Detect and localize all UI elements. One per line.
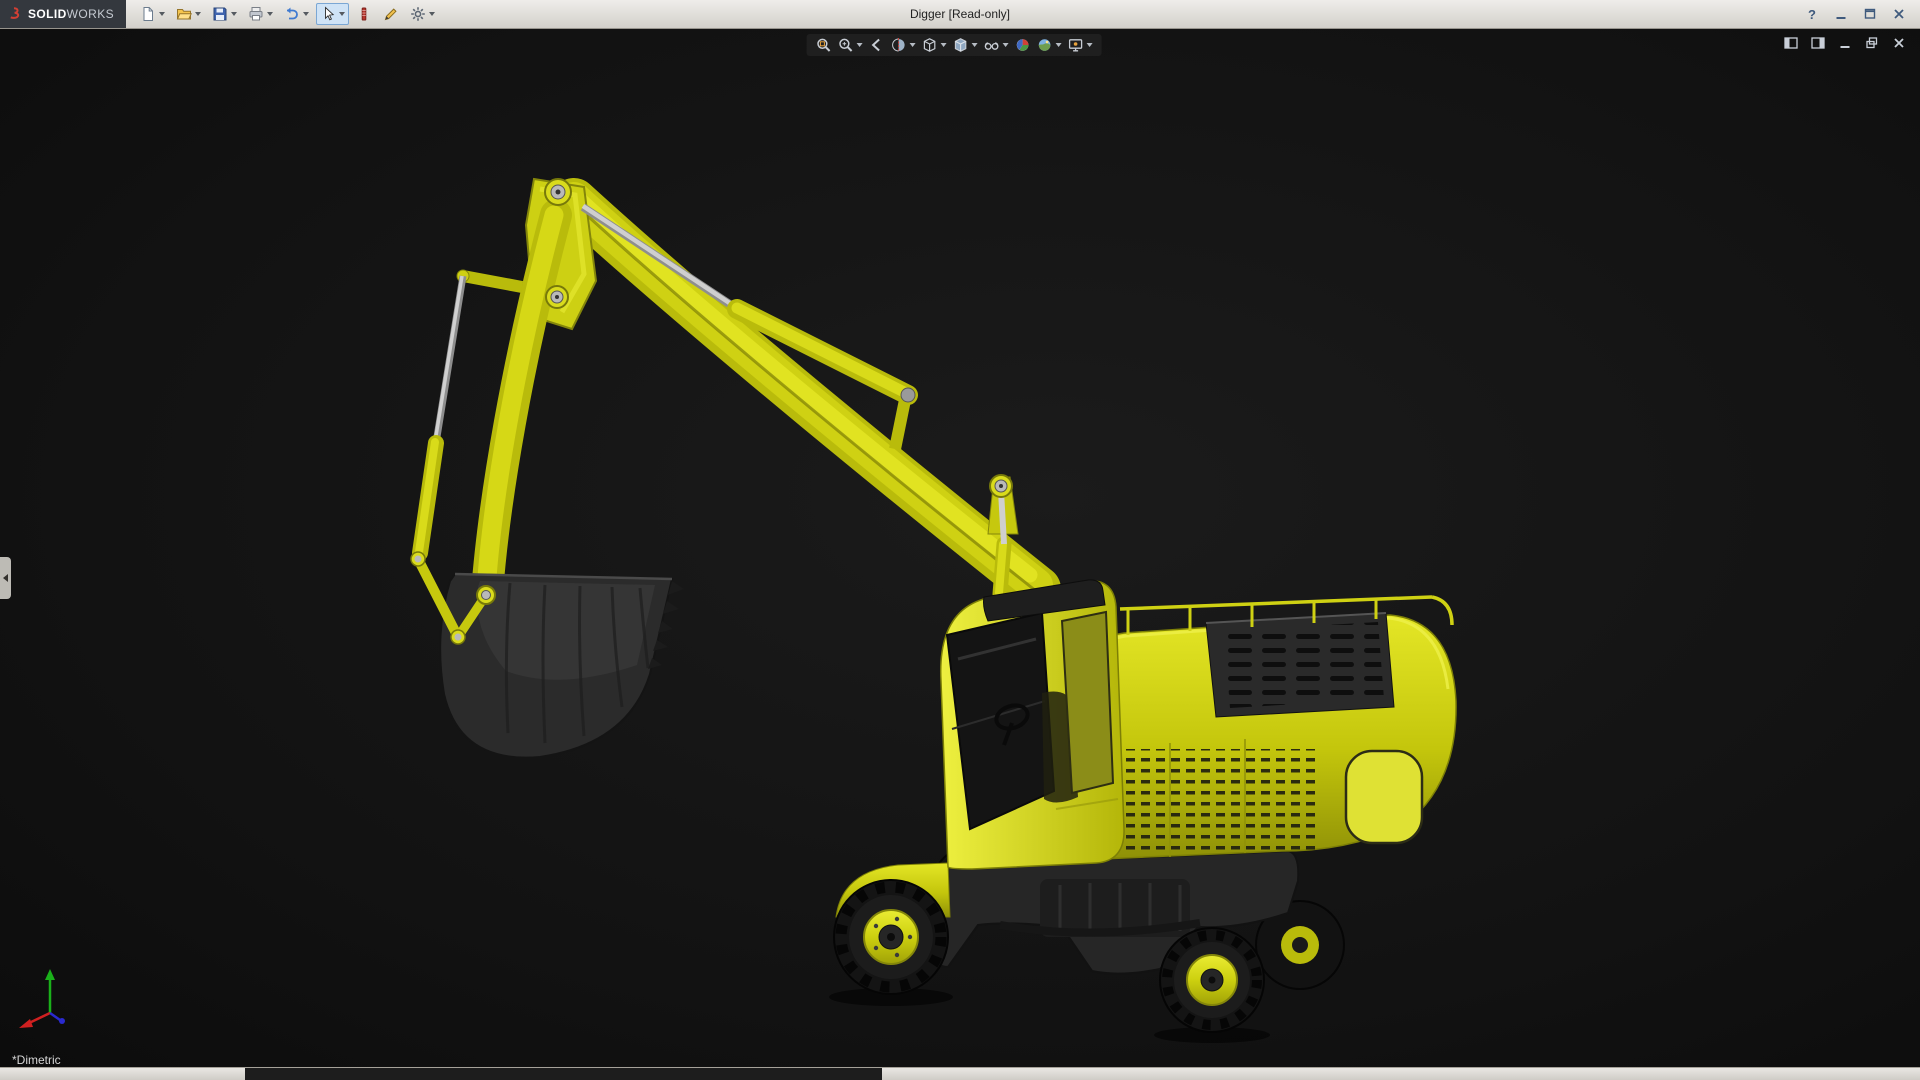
- dropdown-arrow-icon[interactable]: [429, 12, 435, 16]
- record-macro-button[interactable]: [352, 3, 376, 25]
- dropdown-arrow-icon[interactable]: [303, 12, 309, 16]
- display-style-icon: [953, 37, 969, 53]
- view-orientation-button[interactable]: [921, 36, 948, 54]
- side-window: [1062, 612, 1113, 793]
- main-toolbar: [136, 3, 439, 25]
- dropdown-arrow-icon[interactable]: [159, 12, 165, 16]
- viewport-3d[interactable]: *Dimetric: [0, 29, 1920, 1067]
- solidworks-logo: SOLIDWORKS: [0, 0, 126, 28]
- doc-minimize-button[interactable]: [1836, 35, 1854, 51]
- minimize-button[interactable]: [1830, 5, 1852, 23]
- hide-show-items-button[interactable]: [983, 36, 1010, 54]
- zoom-to-area-button[interactable]: [837, 36, 864, 54]
- dropdown-arrow-icon[interactable]: [1087, 43, 1093, 47]
- pane-right-button[interactable]: [1809, 35, 1827, 51]
- dropdown-arrow-icon[interactable]: [941, 43, 947, 47]
- zoom-to-area-icon: [838, 37, 854, 53]
- zoom-to-fit-button[interactable]: [815, 36, 833, 54]
- statusbar-message-area: [245, 1068, 882, 1080]
- edit-appearance-icon: [1015, 37, 1031, 53]
- dropdown-arrow-icon[interactable]: [972, 43, 978, 47]
- orientation-triad: [14, 963, 84, 1033]
- doc-restore-icon: [1864, 35, 1880, 51]
- undo-button[interactable]: [280, 3, 313, 25]
- titlebar: SOLIDWORKS Digger [Read-only] ?: [0, 0, 1920, 29]
- sketch-icon: [383, 6, 399, 22]
- doc-close-button[interactable]: [1890, 35, 1908, 51]
- print-button[interactable]: [244, 3, 277, 25]
- maximize-icon: [1862, 6, 1878, 22]
- side-grille: [1100, 739, 1315, 857]
- close-button[interactable]: [1888, 5, 1910, 23]
- stick-arm: [486, 215, 556, 593]
- view-settings-icon: [1068, 37, 1084, 53]
- new-document-button[interactable]: [136, 3, 169, 25]
- section-view-button[interactable]: [890, 36, 917, 54]
- dropdown-arrow-icon[interactable]: [195, 12, 201, 16]
- document-window-controls: [1782, 35, 1908, 51]
- sketch-button[interactable]: [379, 3, 403, 25]
- solidworks-window: SOLIDWORKS Digger [Read-only] ?: [0, 0, 1920, 1080]
- apply-scene-button[interactable]: [1036, 36, 1063, 54]
- hide-show-items-icon: [984, 37, 1000, 53]
- select-button[interactable]: [316, 3, 349, 25]
- triad-x-axis: [19, 1013, 50, 1028]
- dassault-3ds-logo-icon: [6, 6, 24, 22]
- collapse-left-icon: [3, 574, 8, 582]
- dropdown-arrow-icon[interactable]: [1056, 43, 1062, 47]
- featuremanager-collapse-tab[interactable]: [0, 557, 11, 599]
- pane-left-button[interactable]: [1782, 35, 1800, 51]
- dropdown-arrow-icon[interactable]: [1003, 43, 1009, 47]
- minimize-icon: [1833, 6, 1849, 22]
- pane-right-icon: [1810, 35, 1826, 51]
- window-controls: ?: [1801, 5, 1920, 23]
- open-document-button[interactable]: [172, 3, 205, 25]
- digger-model[interactable]: [0, 29, 1920, 1067]
- previous-view-button[interactable]: [868, 36, 886, 54]
- options-button[interactable]: [406, 3, 439, 25]
- edit-appearance-button[interactable]: [1014, 36, 1032, 54]
- triad-z-axis: [50, 1013, 65, 1024]
- close-icon: [1891, 6, 1907, 22]
- body-house[interactable]: [1078, 597, 1456, 859]
- engine-hood: [1206, 613, 1394, 717]
- doc-close-icon: [1891, 35, 1907, 51]
- record-macro-icon: [356, 6, 372, 22]
- doc-minimize-icon: [1837, 35, 1853, 51]
- select-icon: [320, 6, 336, 22]
- open-document-icon: [176, 6, 192, 22]
- help-icon: ?: [1808, 7, 1816, 22]
- boom: [574, 196, 1046, 599]
- apply-scene-icon: [1037, 37, 1053, 53]
- print-icon: [248, 6, 264, 22]
- save-icon: [212, 6, 228, 22]
- brand-text-light: WORKS: [67, 7, 114, 21]
- new-document-icon: [140, 6, 156, 22]
- doc-restore-button[interactable]: [1863, 35, 1881, 51]
- save-button[interactable]: [208, 3, 241, 25]
- dropdown-arrow-icon[interactable]: [857, 43, 863, 47]
- view-orientation-icon: [922, 37, 938, 53]
- view-orientation-label: *Dimetric: [12, 1053, 61, 1067]
- dropdown-arrow-icon[interactable]: [339, 12, 345, 16]
- section-view-icon: [891, 37, 907, 53]
- triad-y-axis: [45, 969, 55, 1013]
- view-settings-button[interactable]: [1067, 36, 1094, 54]
- dropdown-arrow-icon[interactable]: [910, 43, 916, 47]
- pane-left-icon: [1783, 35, 1799, 51]
- maximize-button[interactable]: [1859, 5, 1881, 23]
- rear-window: [1346, 751, 1422, 843]
- dropdown-arrow-icon[interactable]: [267, 12, 273, 16]
- dropdown-arrow-icon[interactable]: [231, 12, 237, 16]
- options-icon: [410, 6, 426, 22]
- front-wheel[interactable]: [829, 880, 953, 1006]
- display-style-button[interactable]: [952, 36, 979, 54]
- heads-up-toolbar: [807, 34, 1102, 56]
- statusbar: [0, 1067, 1920, 1080]
- brand-text-bold: SOLID: [28, 7, 67, 21]
- undo-icon: [284, 6, 300, 22]
- previous-view-icon: [869, 37, 885, 53]
- help-button[interactable]: ?: [1801, 5, 1823, 23]
- zoom-to-fit-icon: [816, 37, 832, 53]
